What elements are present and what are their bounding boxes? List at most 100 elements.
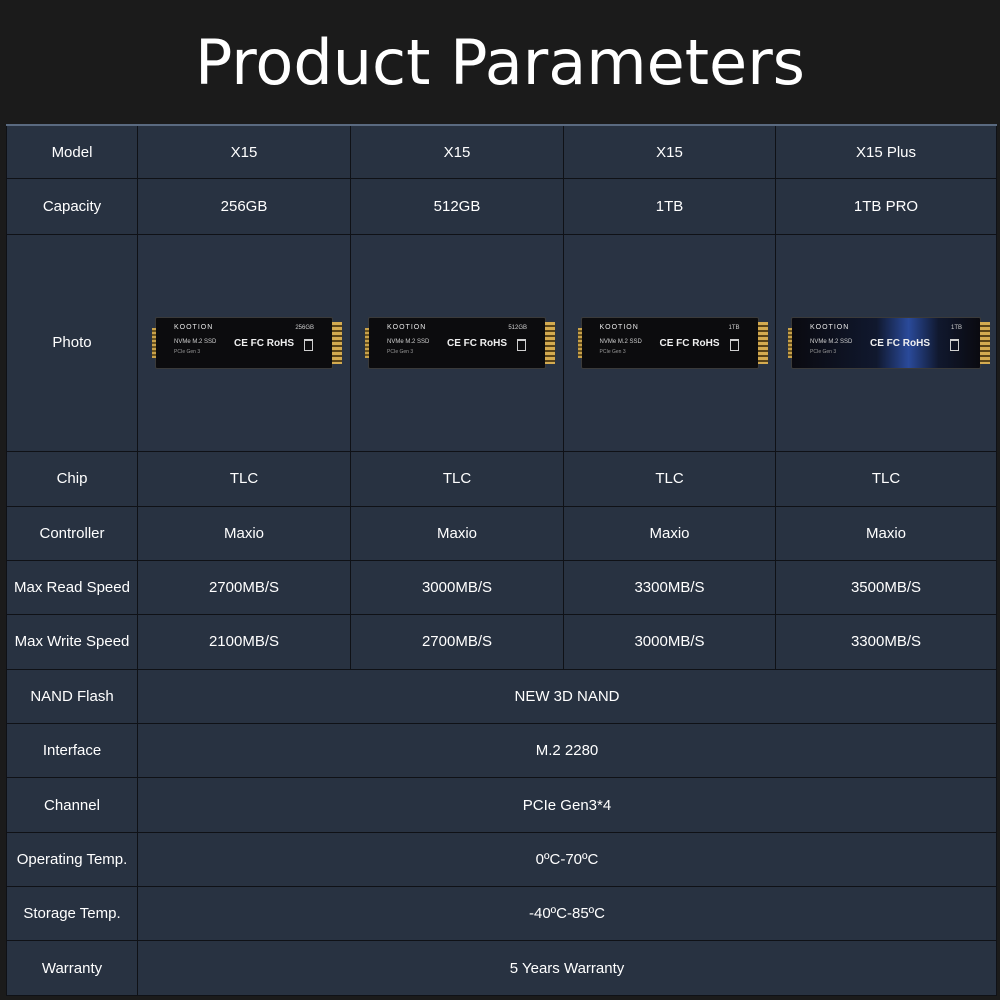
photo-cell: KOOTION 1TB NVMe M.2 SSD PCIe Gen 3 CE F… bbox=[563, 233, 776, 453]
weee-bin-icon bbox=[729, 338, 739, 351]
row-controller: Controller Maxio Maxio Maxio Maxio bbox=[6, 505, 997, 561]
read-speed-value: 3500MB/S bbox=[775, 559, 997, 616]
nand-flash-value: NEW 3D NAND bbox=[137, 668, 997, 725]
ssd-capacity: 1TB bbox=[728, 324, 740, 331]
label-operating-temp: Operating Temp. bbox=[6, 831, 138, 888]
label-storage-temp: Storage Temp. bbox=[6, 886, 138, 942]
row-write-speed: Max Write Speed 2100MB/S 2700MB/S 3000MB… bbox=[6, 614, 997, 670]
gold-connector bbox=[332, 321, 342, 364]
label-controller: Controller bbox=[6, 505, 138, 561]
ssd-type: NVMe M.2 SSD bbox=[810, 338, 853, 345]
capacity-value: 512GB bbox=[350, 178, 564, 235]
label-capacity: Capacity bbox=[6, 178, 138, 235]
channel-value: PCIe Gen3*4 bbox=[137, 777, 997, 833]
row-warranty: Warranty 5 Years Warranty bbox=[6, 940, 997, 996]
label-interface: Interface bbox=[6, 723, 138, 779]
weee-bin-icon bbox=[304, 338, 313, 351]
capacity-value: 1TB PRO bbox=[775, 178, 997, 235]
read-speed-value: 3000MB/S bbox=[350, 559, 564, 616]
label-channel: Channel bbox=[6, 777, 138, 833]
label-warranty: Warranty bbox=[6, 940, 138, 996]
row-operating-temp: Operating Temp. 0ºC-70ºC bbox=[6, 831, 997, 888]
ssd-cert: CE FC RoHS bbox=[447, 337, 507, 349]
notch-contacts bbox=[577, 327, 582, 358]
page-title: Product Parameters bbox=[195, 26, 805, 99]
gold-connector bbox=[980, 321, 990, 364]
ssd-photo: KOOTION 1TB NVMe M.2 SSD PCIe Gen 3 CE F… bbox=[788, 316, 990, 369]
ssd-capacity: 1TB bbox=[950, 324, 962, 331]
spec-table-wrapper: Model X15 X15 X15 X15 Plus Capacity 256G… bbox=[6, 124, 997, 996]
ssd-photo: KOOTION 512GB NVMe M.2 SSD PCIe Gen 3 CE… bbox=[365, 316, 555, 369]
model-value: X15 Plus bbox=[775, 124, 997, 180]
row-interface: Interface M.2 2280 bbox=[6, 723, 997, 779]
ssd-cert: CE FC RoHS bbox=[870, 337, 930, 349]
ssd-photo: KOOTION 1TB NVMe M.2 SSD PCIe Gen 3 CE F… bbox=[577, 316, 768, 369]
ssd-type: NVMe M.2 SSD bbox=[599, 338, 642, 345]
write-speed-value: 2100MB/S bbox=[137, 614, 351, 670]
row-read-speed: Max Read Speed 2700MB/S 3000MB/S 3300MB/… bbox=[6, 559, 997, 616]
capacity-value: 256GB bbox=[137, 178, 351, 235]
chip-value: TLC bbox=[563, 451, 776, 507]
ssd-gen: PCIe Gen 3 bbox=[810, 348, 837, 355]
notch-contacts bbox=[152, 327, 156, 358]
interface-value: M.2 2280 bbox=[137, 723, 997, 779]
ssd-type: NVMe M.2 SSD bbox=[387, 338, 430, 345]
label-nand-flash: NAND Flash bbox=[6, 668, 138, 725]
controller-value: Maxio bbox=[350, 505, 564, 561]
row-photo: Photo KOOTION 256GB NVMe M.2 SSD PCIe Ge… bbox=[6, 233, 997, 453]
label-read-speed: Max Read Speed bbox=[6, 559, 138, 616]
ssd-gen: PCIe Gen 3 bbox=[387, 348, 414, 355]
chip-value: TLC bbox=[137, 451, 351, 507]
capacity-value: 1TB bbox=[563, 178, 776, 235]
ssd-capacity: 512GB bbox=[508, 324, 527, 331]
product-parameters-page: Product Parameters Model X15 X15 X15 X15… bbox=[0, 0, 1000, 1000]
write-speed-value: 3300MB/S bbox=[775, 614, 997, 670]
label-write-speed: Max Write Speed bbox=[6, 614, 138, 670]
row-capacity: Capacity 256GB 512GB 1TB 1TB PRO bbox=[6, 178, 997, 235]
read-speed-value: 3300MB/S bbox=[563, 559, 776, 616]
controller-value: Maxio bbox=[775, 505, 997, 561]
operating-temp-value: 0ºC-70ºC bbox=[137, 831, 997, 888]
ssd-brand: KOOTION bbox=[174, 323, 214, 331]
label-photo: Photo bbox=[6, 233, 138, 453]
weee-bin-icon bbox=[517, 338, 526, 351]
model-value: X15 bbox=[563, 124, 776, 180]
write-speed-value: 2700MB/S bbox=[350, 614, 564, 670]
row-storage-temp: Storage Temp. -40ºC-85ºC bbox=[6, 886, 997, 942]
label-model: Model bbox=[6, 124, 138, 180]
ssd-photo: KOOTION 256GB NVMe M.2 SSD PCIe Gen 3 CE… bbox=[152, 316, 342, 369]
storage-temp-value: -40ºC-85ºC bbox=[137, 886, 997, 942]
photo-cell: KOOTION 1TB NVMe M.2 SSD PCIe Gen 3 CE F… bbox=[775, 233, 997, 453]
weee-bin-icon bbox=[950, 338, 959, 351]
ssd-brand: KOOTION bbox=[599, 323, 639, 331]
ssd-gen: PCIe Gen 3 bbox=[599, 348, 626, 355]
ssd-brand: KOOTION bbox=[810, 323, 850, 331]
ssd-cert: CE FC RoHS bbox=[659, 337, 720, 349]
warranty-value: 5 Years Warranty bbox=[137, 940, 997, 996]
label-chip: Chip bbox=[6, 451, 138, 507]
ssd-cert: CE FC RoHS bbox=[234, 337, 294, 349]
ssd-gen: PCIe Gen 3 bbox=[174, 348, 201, 355]
gold-connector bbox=[757, 321, 768, 364]
model-value: X15 bbox=[137, 124, 351, 180]
controller-value: Maxio bbox=[137, 505, 351, 561]
controller-value: Maxio bbox=[563, 505, 776, 561]
row-nand-flash: NAND Flash NEW 3D NAND bbox=[6, 668, 997, 725]
chip-value: TLC bbox=[350, 451, 564, 507]
model-value: X15 bbox=[350, 124, 564, 180]
ssd-capacity: 256GB bbox=[295, 324, 314, 331]
gold-connector bbox=[545, 321, 555, 364]
row-channel: Channel PCIe Gen3*4 bbox=[6, 777, 997, 833]
photo-cell: KOOTION 512GB NVMe M.2 SSD PCIe Gen 3 CE… bbox=[350, 233, 564, 453]
photo-cell: KOOTION 256GB NVMe M.2 SSD PCIe Gen 3 CE… bbox=[137, 233, 351, 453]
chip-value: TLC bbox=[775, 451, 997, 507]
row-chip: Chip TLC TLC TLC TLC bbox=[6, 451, 997, 507]
spec-table: Model X15 X15 X15 X15 Plus Capacity 256G… bbox=[6, 124, 997, 996]
read-speed-value: 2700MB/S bbox=[137, 559, 351, 616]
ssd-type: NVMe M.2 SSD bbox=[174, 338, 217, 345]
write-speed-value: 3000MB/S bbox=[563, 614, 776, 670]
notch-contacts bbox=[365, 327, 369, 358]
notch-contacts bbox=[788, 327, 792, 358]
row-model: Model X15 X15 X15 X15 Plus bbox=[6, 124, 997, 180]
ssd-brand: KOOTION bbox=[387, 323, 427, 331]
